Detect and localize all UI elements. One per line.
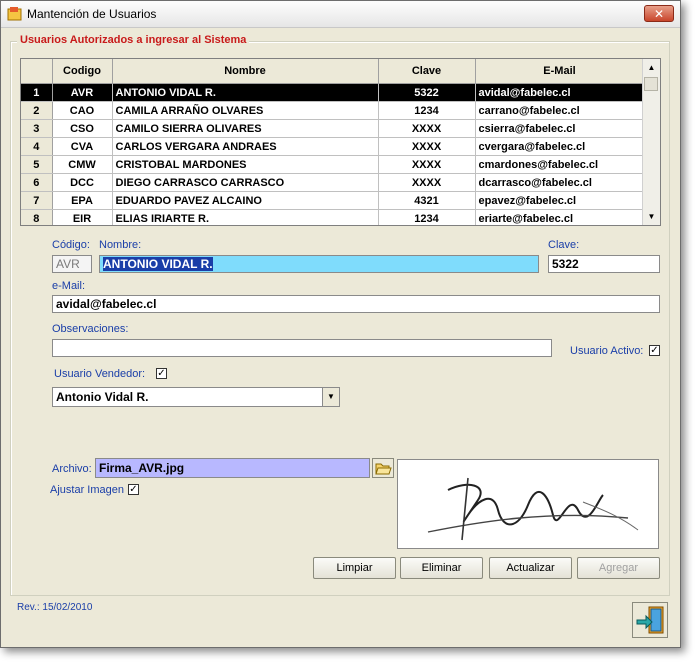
users-grid[interactable]: Codigo Nombre Clave E-Mail 1 AVR ANTONIO V… (20, 58, 661, 226)
email-field[interactable]: avidal@fabelec.cl (52, 295, 660, 313)
clave-cell: 5322 (378, 83, 476, 102)
exit-door-icon (636, 606, 664, 634)
header-clave[interactable]: Clave (378, 59, 476, 84)
email-label: e-Mail: (52, 280, 86, 292)
vendedor-select[interactable]: Antonio Vidal R. ▼ (52, 387, 340, 407)
codigo-cell: AVR (52, 83, 113, 102)
open-folder-icon[interactable] (372, 458, 394, 478)
row-number-cell: 1 (21, 83, 53, 102)
close-button[interactable]: ✕ (644, 5, 674, 22)
row-number-cell: 4 (21, 137, 53, 156)
nombre-field[interactable]: ANTONIO VIDAL R. (99, 255, 539, 273)
ajustar-checkbox[interactable]: ✓ (128, 484, 139, 495)
exit-button[interactable] (632, 602, 668, 638)
nombre-cell: DIEGO CARRASCO CARRASCO (112, 173, 379, 192)
email-cell: csierra@fabelec.cl (475, 119, 645, 138)
header-email[interactable]: E-Mail (475, 59, 645, 84)
codigo-cell: EPA (52, 191, 113, 210)
row-number-cell: 7 (21, 191, 53, 210)
vendedor-label: Usuario Vendedor: (54, 368, 146, 380)
clave-cell: 4321 (378, 191, 476, 210)
codigo-cell: DCC (52, 173, 113, 192)
table-row[interactable]: 7 EPA EDUARDO PAVEZ ALCAINO 4321 epavez@fabe… (21, 191, 645, 210)
vendedor-checkbox[interactable]: ✓ (156, 368, 167, 379)
agregar-button[interactable]: Agregar (577, 557, 660, 579)
activo-label: Usuario Activo: (570, 345, 644, 357)
clave-cell: 1234 (378, 209, 476, 225)
window-title: Mantención de Usuarios (27, 7, 157, 21)
nombre-cell: EDUARDO PAVEZ ALCAINO (112, 191, 379, 210)
nombre-selected-text: ANTONIO VIDAL R. (103, 257, 213, 271)
main-window: Mantención de Usuarios ✕ Usuarios Autori… (0, 0, 681, 648)
nombre-cell: ANTONIO VIDAL R. (112, 83, 379, 102)
header-rownum (21, 59, 53, 84)
clave-field[interactable]: 5322 (548, 255, 660, 273)
archivo-label: Archivo: (52, 463, 92, 475)
codigo-cell: EIR (52, 209, 113, 225)
codigo-cell: CSO (52, 119, 113, 138)
email-cell: cvergara@fabelec.cl (475, 137, 645, 156)
limpiar-button[interactable]: Limpiar (313, 557, 396, 579)
email-cell: carrano@fabelec.cl (475, 101, 645, 120)
nombre-label: Nombre: (99, 239, 142, 251)
row-number-cell: 5 (21, 155, 53, 174)
users-table: Codigo Nombre Clave E-Mail 1 AVR ANTONIO V… (21, 59, 645, 225)
revision-text: Rev.: 15/02/2010 (17, 602, 93, 613)
table-row[interactable]: 8 EIR ELIAS IRIARTE R. 1234 eriarte@fabelec.… (21, 209, 645, 225)
clave-cell: XXXX (378, 137, 476, 156)
clave-label: Clave: (548, 239, 580, 251)
observaciones-field[interactable] (52, 339, 552, 357)
observaciones-label: Observaciones: (52, 323, 129, 335)
codigo-field[interactable]: AVR (52, 255, 92, 273)
nombre-cell: CRISTOBAL MARDONES (112, 155, 379, 174)
clave-cell: 1234 (378, 101, 476, 120)
grid-scrollbar[interactable]: ▲ ▼ (642, 59, 660, 225)
app-icon (7, 7, 22, 21)
email-cell: eriarte@fabelec.cl (475, 209, 645, 225)
table-row[interactable]: 5 CMW CRISTOBAL MARDONES XXXX cmardones@fabe… (21, 155, 645, 174)
table-header-row: Codigo Nombre Clave E-Mail (21, 59, 645, 84)
table-row[interactable]: 3 CSO CAMILO SIERRA OLIVARES XXXX csierra@fa… (21, 119, 645, 138)
actualizar-button[interactable]: Actualizar (489, 557, 572, 579)
table-row[interactable]: 4 CVA CARLOS VERGARA ANDRAES XXXX cvergara@f… (21, 137, 645, 156)
table-row[interactable]: 2 CAO CAMILA ARRAÑO OLVARES 1234 carrano@fab… (21, 101, 645, 120)
header-codigo[interactable]: Codigo (52, 59, 113, 84)
nombre-cell: CARLOS VERGARA ANDRAES (112, 137, 379, 156)
title-bar[interactable]: Mantención de Usuarios ✕ (1, 1, 680, 28)
row-number-cell: 2 (21, 101, 53, 120)
eliminar-button[interactable]: Eliminar (400, 557, 483, 579)
codigo-cell: CMW (52, 155, 113, 174)
row-number-cell: 3 (21, 119, 53, 138)
table-row[interactable]: 1 AVR ANTONIO VIDAL R. 5322 avidal@fabelec.c… (21, 83, 645, 102)
signature-image (397, 459, 659, 549)
archivo-field[interactable]: Firma_AVR.jpg (95, 458, 370, 478)
vendedor-select-value: Antonio Vidal R. (56, 390, 149, 404)
email-cell: epavez@fabelec.cl (475, 191, 645, 210)
row-number-cell: 6 (21, 173, 53, 192)
clave-cell: XXXX (378, 173, 476, 192)
nombre-cell: ELIAS IRIARTE R. (112, 209, 379, 225)
codigo-cell: CVA (52, 137, 113, 156)
scroll-thumb[interactable] (644, 77, 658, 91)
clave-cell: XXXX (378, 119, 476, 138)
nombre-cell: CAMILO SIERRA OLIVARES (112, 119, 379, 138)
clave-cell: XXXX (378, 155, 476, 174)
scroll-down-icon[interactable]: ▼ (643, 208, 660, 225)
nombre-cell: CAMILA ARRAÑO OLVARES (112, 101, 379, 120)
chevron-down-icon[interactable]: ▼ (322, 388, 339, 406)
header-nombre[interactable]: Nombre (112, 59, 379, 84)
email-cell: avidal@fabelec.cl (475, 83, 645, 102)
table-row[interactable]: 6 DCC DIEGO CARRASCO CARRASCO XXXX dcarrasco… (21, 173, 645, 192)
row-number-cell: 8 (21, 209, 53, 225)
ajustar-label: Ajustar Imagen (50, 484, 124, 496)
codigo-label: Código: (52, 239, 90, 251)
scroll-up-icon[interactable]: ▲ (643, 59, 660, 76)
email-cell: cmardones@fabelec.cl (475, 155, 645, 174)
group-legend: Usuarios Autorizados a ingresar al Siste… (17, 34, 250, 46)
codigo-cell: CAO (52, 101, 113, 120)
email-cell: dcarrasco@fabelec.cl (475, 173, 645, 192)
activo-checkbox[interactable]: ✓ (649, 345, 660, 356)
